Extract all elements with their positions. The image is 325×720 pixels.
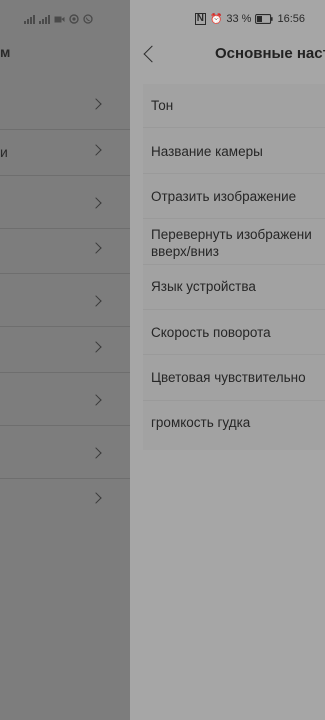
divider <box>143 264 325 265</box>
background-settings-list: м и <box>0 0 130 720</box>
background-row <box>0 83 130 130</box>
setting-beep-volume[interactable]: громкость гудка <box>151 414 250 431</box>
divider <box>143 218 325 219</box>
background-row <box>0 432 130 479</box>
background-row <box>0 182 130 229</box>
signal-icon <box>39 14 50 24</box>
background-header-fragment: м <box>0 44 11 60</box>
setting-rotation-speed[interactable]: Скорость поворота <box>151 324 271 341</box>
background-row <box>0 326 130 373</box>
chevron-right-icon <box>90 341 102 353</box>
chevron-right-icon <box>90 492 102 504</box>
clock-time: 16:56 <box>277 13 305 25</box>
background-row <box>0 379 130 426</box>
background-row <box>0 280 130 327</box>
alarm-icon: ⏰ <box>209 13 223 25</box>
basic-settings-sheet: Основные наст Тон Название камеры Отрази… <box>130 0 325 720</box>
signal-icon <box>24 14 35 24</box>
chevron-right-icon <box>90 98 102 110</box>
setting-tone[interactable]: Тон <box>151 97 173 114</box>
setting-flip-image-line2[interactable]: вверх/вниз <box>151 243 219 260</box>
divider <box>143 309 325 310</box>
background-row <box>0 477 130 523</box>
chevron-right-icon <box>90 144 102 156</box>
chevron-right-icon <box>90 447 102 459</box>
whatsapp-icon <box>83 14 93 24</box>
status-icons-right: N ⏰ 33 % 16:56 <box>194 11 305 27</box>
chevron-right-icon <box>90 295 102 307</box>
screen: N ⏰ 33 % 16:56 м и Основные наст Тон Наз… <box>0 0 325 720</box>
battery-icon <box>255 14 274 24</box>
divider <box>143 400 325 401</box>
page-title: Основные наст <box>215 45 325 62</box>
background-row-fragment: и <box>0 144 8 160</box>
chevron-right-icon <box>90 242 102 254</box>
nfc-icon: N <box>194 13 206 25</box>
background-row: и <box>0 129 130 176</box>
setting-mirror-image[interactable]: Отразить изображение <box>151 188 296 205</box>
back-button[interactable] <box>142 45 156 63</box>
setting-camera-name[interactable]: Название камеры <box>151 143 263 160</box>
status-icons-left <box>24 12 93 26</box>
video-icon <box>54 16 65 22</box>
circle-icon <box>69 14 79 24</box>
chevron-right-icon <box>90 197 102 209</box>
divider <box>143 127 325 128</box>
setting-color-sensitivity[interactable]: Цветовая чувствительно <box>151 369 306 386</box>
divider <box>143 354 325 355</box>
battery-percent: 33 % <box>226 13 252 25</box>
divider <box>143 173 325 174</box>
chevron-right-icon <box>90 394 102 406</box>
status-bar: N ⏰ 33 % 16:56 <box>0 0 325 38</box>
setting-flip-image[interactable]: Перевернуть изображени <box>151 226 312 243</box>
background-row <box>0 227 130 274</box>
setting-device-language[interactable]: Язык устройства <box>151 278 256 295</box>
settings-card <box>143 84 325 450</box>
